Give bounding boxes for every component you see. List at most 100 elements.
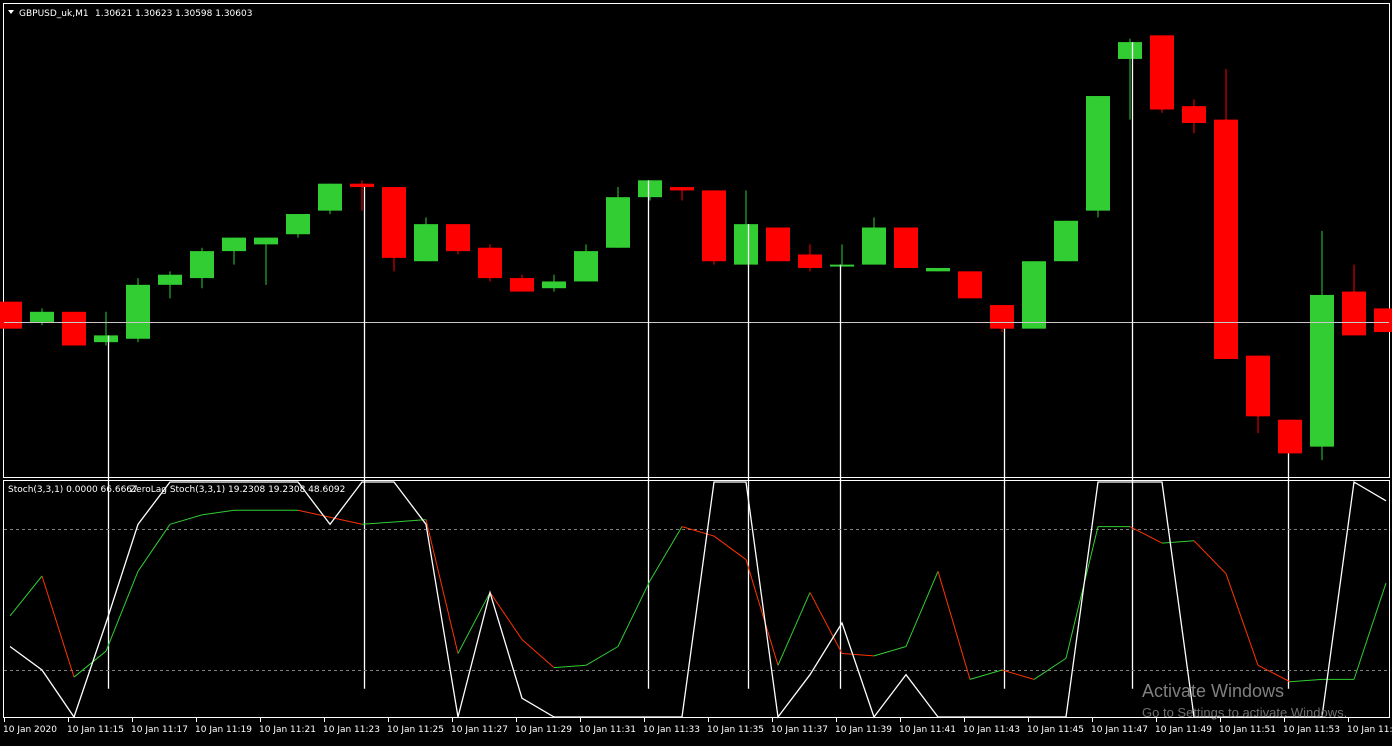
- bear-candle: [62, 311, 86, 346]
- x-tick-label: 10 Jan 11:45: [1027, 725, 1084, 735]
- zerolag-segment: [1161, 540, 1195, 544]
- zerolag-segment: [777, 592, 811, 666]
- bear-candle: [1246, 355, 1270, 417]
- x-tick-label: 10 Jan 11:53: [1283, 725, 1340, 735]
- bear-candle: [1342, 291, 1366, 336]
- zerolag-segment: [681, 526, 715, 537]
- x-tick-label: 10 Jan 11:37: [771, 725, 828, 735]
- x-tick-label: 10 Jan 11:29: [515, 725, 572, 735]
- x-tick-label: 10 Jan 11:47: [1091, 725, 1148, 735]
- bear-candle: [670, 187, 694, 191]
- zerolag-segment: [489, 592, 523, 640]
- bull-candle: [222, 237, 246, 252]
- activate-windows-subtitle: Go to Settings to activate Windows.: [1142, 705, 1347, 720]
- zerolag-segment: [969, 669, 1003, 680]
- zerolag-segment: [1065, 526, 1099, 659]
- stoch-label: Stoch(3,3,1) 0.0000 66.6667: [8, 485, 138, 495]
- bull-candle: [1086, 96, 1110, 211]
- x-tick-label: 10 Jan 11:39: [835, 725, 892, 735]
- zerolag-segment: [425, 519, 459, 654]
- bear-candle: [446, 224, 470, 252]
- x-tick-label: 10 Jan 11:41: [899, 725, 956, 735]
- zerolag-segment: [1289, 678, 1323, 683]
- x-tick-label: 10 Jan 11:51: [1219, 725, 1276, 735]
- zerolag-segment: [1353, 582, 1387, 680]
- bear-candle: [958, 271, 982, 299]
- bear-candle: [1214, 119, 1238, 359]
- zerolag-segment: [905, 571, 939, 647]
- zerolag-segment: [393, 519, 427, 523]
- bear-candle: [510, 278, 534, 292]
- zerolag-segment: [1257, 664, 1291, 683]
- x-tick-label: 10 Jan 11:21: [259, 725, 316, 735]
- x-tick-label: 10 Jan 2020: [3, 725, 57, 735]
- bear-candle: [478, 247, 502, 279]
- bull-candle: [1054, 220, 1078, 262]
- bear-candle: [798, 254, 822, 268]
- bull-candle: [254, 237, 278, 245]
- zerolag-segment: [105, 571, 139, 652]
- zerolag-segment: [745, 559, 779, 666]
- bull-candle: [574, 251, 598, 282]
- zerolag-segment: [73, 650, 107, 678]
- bear-candle: [350, 183, 374, 188]
- ohlc-label: 1.30621 1.30623 1.30598 1.30603: [95, 9, 252, 19]
- x-tick-label: 10 Jan 11:25: [387, 725, 444, 735]
- x-tick-label: 10 Jan 11:19: [195, 725, 252, 735]
- activate-windows-title: Activate Windows: [1142, 681, 1284, 701]
- bull-candle: [30, 311, 54, 322]
- zerolag-segment: [841, 653, 875, 657]
- zerolag-segment: [1193, 540, 1227, 574]
- bear-candle: [894, 227, 918, 268]
- bear-candle: [990, 305, 1014, 329]
- zerolag-segment: [137, 524, 171, 572]
- x-tick-label: 10 Jan 11:17: [131, 725, 188, 735]
- bull-candle: [638, 180, 662, 198]
- x-tick-label: 10 Jan 11:43: [963, 725, 1020, 735]
- bull-candle: [318, 183, 342, 211]
- bear-candle: [0, 301, 22, 329]
- zerolag-segment: [169, 514, 203, 525]
- zerolag-segment: [585, 646, 619, 666]
- bull-candle: [862, 227, 886, 265]
- zerolag-segment: [1001, 669, 1035, 680]
- zerolag-segment: [937, 571, 971, 680]
- bear-candle: [1150, 35, 1174, 110]
- bear-candle: [766, 227, 790, 262]
- x-tick-label: 10 Jan 11:33: [643, 725, 700, 735]
- triangle-down-icon[interactable]: [8, 10, 14, 14]
- bear-candle: [382, 187, 406, 258]
- bull-candle: [158, 274, 182, 285]
- trading-chart[interactable]: GBPUSD_uk,M1 1.30621 1.30623 1.30598 1.3…: [0, 0, 1392, 746]
- zerolag-segment: [617, 580, 651, 647]
- zerolag-segment: [9, 575, 43, 617]
- bull-candle: [414, 224, 438, 262]
- bull-candle: [286, 214, 310, 235]
- x-tick-label: 10 Jan 11:15: [67, 725, 124, 735]
- zerolag-segment: [361, 521, 395, 525]
- bull-candle: [1022, 261, 1046, 329]
- x-tick-label: 10 Jan 11:23: [323, 725, 380, 735]
- bull-candle: [542, 281, 566, 289]
- bull-candle: [190, 251, 214, 279]
- bear-candle: [1278, 419, 1302, 454]
- price-pane[interactable]: GBPUSD_uk,M1 1.30621 1.30623 1.30598 1.3…: [0, 3, 1392, 689]
- bull-candle: [1118, 42, 1142, 59]
- zerolag-label: ZeroLag Stoch(3,3,1) 19.2308 19.2308 48.…: [130, 485, 345, 495]
- candles-group: [0, 35, 1392, 461]
- bull-candle: [734, 224, 758, 265]
- bull-candle: [94, 335, 118, 343]
- main-header[interactable]: GBPUSD_uk,M1 1.30621 1.30623 1.30598 1.3…: [8, 9, 252, 19]
- zerolag-segment: [553, 664, 587, 669]
- zerolag-segment: [41, 575, 75, 678]
- bear-candle: [702, 190, 726, 262]
- x-tick-label: 10 Jan 11:27: [451, 725, 508, 735]
- bull-candle: [830, 264, 854, 267]
- zerolag-segment: [713, 535, 747, 560]
- bull-candle: [926, 267, 950, 272]
- x-tick-label: 10 Jan 11:5: [1347, 725, 1392, 735]
- bear-candle: [1374, 308, 1392, 333]
- zerolag-segment: [1033, 657, 1067, 680]
- x-tick-label: 10 Jan 11:49: [1155, 725, 1212, 735]
- zerolag-segment: [649, 526, 683, 581]
